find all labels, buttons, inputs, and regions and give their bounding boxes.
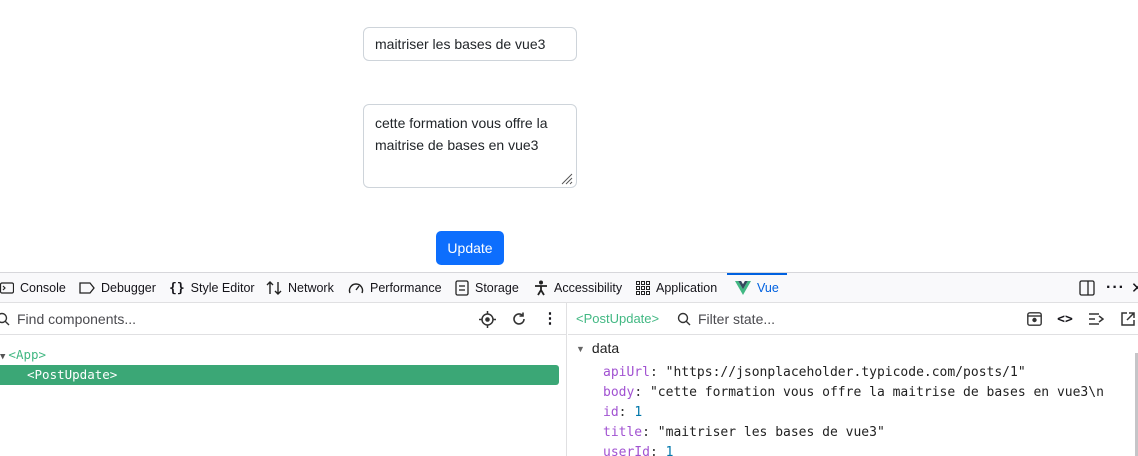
tab-accessibility[interactable]: Accessibility (534, 273, 622, 303)
tab-vue[interactable]: Vue (727, 273, 787, 303)
resize-grip-icon[interactable] (561, 173, 573, 185)
network-icon (266, 281, 282, 295)
performance-icon (348, 283, 364, 294)
console-icon (0, 282, 14, 294)
prop-key: body (603, 385, 635, 400)
target-icon (478, 310, 496, 328)
components-menu-button[interactable]: ⋮ (541, 310, 559, 328)
prop-key: userId (603, 445, 650, 456)
refresh-icon (513, 312, 525, 325)
show-render-code-button[interactable] (1087, 310, 1105, 328)
tree-node-app[interactable]: ▼ <App> (0, 345, 46, 365)
state-panel: ▼ data apiUrl: "https://jsonplaceholder.t… (568, 335, 1138, 456)
open-in-editor-button[interactable] (1119, 310, 1137, 328)
components-pane: ⋮ ▼<App> <PostUpdate> (0, 303, 567, 456)
prop-value: "maitriser les bases de vue3" (657, 425, 885, 440)
dock-side-button[interactable] (1079, 273, 1095, 303)
title-input[interactable] (363, 27, 577, 61)
debugger-icon (79, 282, 95, 294)
close-icon: ✕ (1131, 280, 1138, 297)
prop-value: "https://jsonplaceholder.typicode.com/po… (665, 365, 1026, 380)
tab-label: Performance (370, 281, 442, 295)
state-prop-id[interactable]: id: 1 (603, 403, 642, 423)
body-textarea[interactable]: cette formation vous offre la maitrise d… (363, 104, 577, 188)
prop-value: 1 (665, 445, 674, 456)
tab-label: Vue (757, 281, 779, 295)
tab-style-editor[interactable]: {} Style Editor (169, 273, 255, 303)
inspector-pane: <PostUpdate> <> ▼ data apiUrl: "https://j… (568, 303, 1138, 456)
vue-logo-icon (735, 281, 751, 295)
select-component-button[interactable] (478, 310, 496, 328)
update-button[interactable]: Update (436, 231, 504, 265)
prop-key: apiUrl (603, 365, 650, 380)
tree-node-postupdate[interactable]: <PostUpdate> (0, 365, 559, 385)
tab-label: Storage (475, 281, 519, 295)
inspector-toolbar: <PostUpdate> <> (568, 303, 1138, 335)
dock-side-icon (1079, 280, 1095, 296)
more-options-icon: ··· (1106, 279, 1125, 296)
tab-console[interactable]: Console (0, 273, 66, 303)
devtools-panel: Console Debugger {} Style Editor Network… (0, 272, 1138, 456)
state-prop-userid[interactable]: userId: 1 (603, 443, 673, 456)
vertical-dots-icon: ⋮ (542, 310, 558, 327)
filter-state-input[interactable] (698, 309, 948, 329)
state-prop-body[interactable]: body: "cette formation vous offre la mai… (603, 383, 1104, 403)
tree-node-label: <PostUpdate> (27, 367, 118, 382)
tab-label: Network (288, 281, 334, 295)
refresh-button[interactable] (510, 310, 528, 328)
scroll-to-component-button[interactable] (1025, 310, 1043, 328)
tab-label: Console (20, 281, 66, 295)
tab-network[interactable]: Network (266, 273, 334, 303)
state-prop-title[interactable]: title: "maitriser les bases de vue3" (603, 423, 885, 443)
tab-debugger[interactable]: Debugger (79, 273, 156, 303)
tab-label: Debugger (101, 281, 156, 295)
external-link-icon (1121, 312, 1135, 326)
section-label: data (591, 340, 620, 356)
components-toolbar: ⋮ (0, 303, 566, 335)
prop-key: id (603, 405, 619, 420)
accessibility-icon (535, 280, 547, 296)
prop-key: title (603, 425, 643, 440)
tree-node-label: <App> (8, 347, 47, 362)
inspect-dom-button[interactable]: <> (1056, 310, 1074, 328)
find-components-input[interactable] (17, 309, 317, 329)
devtools-tabbar: Console Debugger {} Style Editor Network… (0, 273, 1138, 303)
expand-arrow-icon[interactable]: ▼ (0, 352, 5, 362)
prop-value: 1 (634, 405, 643, 420)
state-prop-apiurl[interactable]: apiUrl: "https://jsonplaceholder.typicod… (603, 363, 1026, 383)
more-options-button[interactable]: ··· (1106, 273, 1125, 303)
tab-storage[interactable]: Storage (455, 273, 519, 303)
prop-value: "cette formation vous offre la maitrise … (649, 385, 1104, 400)
search-icon (0, 312, 10, 326)
filter-search-icon (677, 312, 691, 326)
tab-performance[interactable]: Performance (348, 273, 442, 303)
storage-icon (455, 280, 469, 296)
tab-application[interactable]: Application (636, 273, 717, 303)
selected-component-breadcrumb: <PostUpdate> (576, 311, 660, 326)
data-section-header[interactable]: ▼ data (576, 340, 619, 356)
application-icon (636, 281, 650, 295)
tab-label: Application (656, 281, 718, 295)
render-code-icon (1088, 313, 1104, 325)
close-devtools-button[interactable]: ✕ (1131, 273, 1138, 303)
code-icon: <> (1057, 311, 1073, 327)
tab-label: Accessibility (554, 281, 623, 295)
eye-box-icon (1026, 312, 1042, 326)
style-editor-icon: {} (169, 280, 185, 296)
tab-label: Style Editor (190, 281, 255, 295)
collapse-caret-icon: ▼ (576, 344, 585, 354)
